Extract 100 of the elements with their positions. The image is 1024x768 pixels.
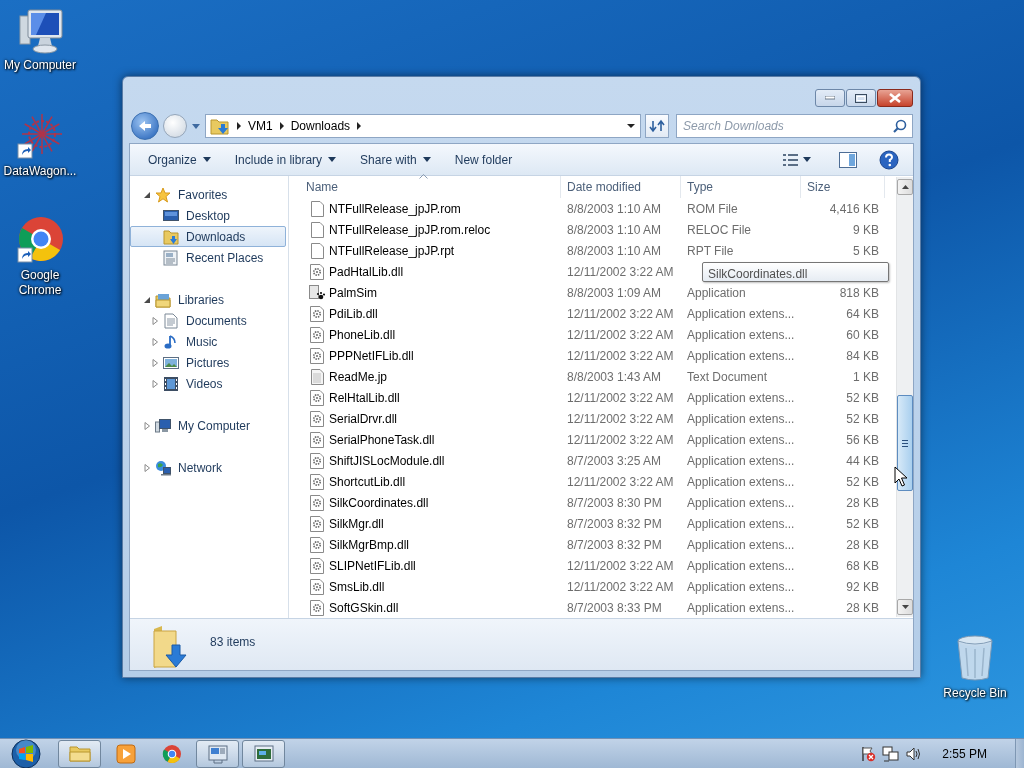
icon-label[interactable]: Google Chrome xyxy=(0,268,80,298)
column-header[interactable]: Name xyxy=(289,176,561,198)
icon-label[interactable]: My Computer xyxy=(0,58,80,73)
column-header[interactable]: Size xyxy=(801,176,885,198)
column-header[interactable]: Type xyxy=(681,176,801,198)
speaker-icon[interactable] xyxy=(906,745,923,762)
collapsed-arrow-icon[interactable] xyxy=(151,316,159,325)
address-bar[interactable]: VM1 Downloads xyxy=(205,114,641,138)
file-type: Application extens... xyxy=(686,410,796,428)
file-name[interactable]: ReadMe.jp xyxy=(329,367,388,386)
file-name[interactable]: PalmSim xyxy=(329,283,377,302)
toolbar-button[interactable]: Include in library xyxy=(224,146,347,173)
close-icon xyxy=(889,93,901,103)
toolbar-button[interactable]: Share with xyxy=(350,146,441,173)
gear-file-icon xyxy=(309,557,325,574)
file-name[interactable]: PadHtalLib.dll xyxy=(329,262,404,281)
history-dropdown-icon[interactable] xyxy=(191,122,201,130)
music-note-icon xyxy=(163,333,179,350)
file-type: Application extens... xyxy=(686,347,796,365)
nav-item[interactable]: Libraries xyxy=(130,289,286,310)
file-name[interactable]: ShiftJISLocModule.dll xyxy=(329,451,445,470)
flag-icon[interactable] xyxy=(860,745,877,762)
gear-file-icon xyxy=(309,536,325,553)
file-name[interactable]: SoftGSkin.dll xyxy=(329,598,399,617)
downloads-folder-icon xyxy=(150,625,188,669)
file-name[interactable]: SilkCoordinates.dll xyxy=(329,493,429,512)
back-button[interactable] xyxy=(131,112,159,140)
search-field[interactable]: Search Downloads xyxy=(676,114,913,138)
nav-item[interactable]: Favorites xyxy=(130,184,286,205)
file-name[interactable]: PdiLib.dll xyxy=(329,304,378,323)
file-name[interactable]: RelHtalLib.dll xyxy=(329,388,400,407)
scrollbar-thumb[interactable] xyxy=(897,395,913,491)
file-name[interactable]: NTFullRelease_jpJP.rom xyxy=(329,199,461,218)
help-icon xyxy=(879,149,899,170)
down-arrow-icon xyxy=(901,605,909,609)
blank-file-icon xyxy=(309,242,325,259)
file-type: Application extens... xyxy=(686,473,796,491)
maximize-button[interactable] xyxy=(846,89,876,107)
refresh-button[interactable] xyxy=(645,114,669,138)
file-name[interactable]: SerialPhoneTask.dll xyxy=(329,430,435,449)
nav-item[interactable]: Music xyxy=(130,331,286,352)
toolbar-button[interactable]: Organize xyxy=(138,146,221,173)
chevron-icon[interactable] xyxy=(236,122,242,130)
file-name[interactable]: PPPNetIFLib.dll xyxy=(329,346,414,365)
icon-label[interactable]: DataWagon... xyxy=(0,164,80,179)
file-type: Application extens... xyxy=(686,305,796,323)
file-type: Application extens... xyxy=(686,578,796,596)
up-arrow-icon xyxy=(901,185,909,189)
nav-item[interactable]: Network xyxy=(130,457,286,478)
expanded-arrow-icon[interactable] xyxy=(143,190,151,199)
clock[interactable]: 2:55 PM xyxy=(942,744,987,763)
collapsed-arrow-icon[interactable] xyxy=(143,421,151,430)
preview-pane-icon xyxy=(839,151,857,168)
gear-file-icon xyxy=(309,578,325,595)
expanded-arrow-icon[interactable] xyxy=(143,295,151,304)
search-icon[interactable] xyxy=(893,119,907,133)
nav-item[interactable]: My Computer xyxy=(130,415,286,436)
file-name[interactable]: PhoneLib.dll xyxy=(329,325,396,344)
taskbar-button[interactable] xyxy=(242,739,285,768)
back-arrow-icon xyxy=(138,120,152,132)
close-button[interactable] xyxy=(877,89,913,107)
breadcrumb[interactable]: Downloads xyxy=(290,117,351,135)
gear-file-icon xyxy=(309,410,325,427)
file-name[interactable]: SmsLib.dll xyxy=(329,577,385,596)
tooltip: SilkCoordinates.dll xyxy=(702,262,889,282)
scroll-up-button[interactable] xyxy=(897,179,913,195)
toolbar-button[interactable]: New folder xyxy=(444,146,523,173)
file-size: 64 KB xyxy=(845,305,880,323)
file-type: Application extens... xyxy=(686,494,796,512)
nav-item[interactable]: Documents xyxy=(130,310,286,331)
taskbar-button[interactable] xyxy=(58,739,101,768)
nav-item[interactable]: Pictures xyxy=(130,352,286,373)
network-icon[interactable] xyxy=(882,745,901,762)
scroll-down-button[interactable] xyxy=(897,599,913,615)
collapsed-arrow-icon[interactable] xyxy=(151,358,159,367)
file-name[interactable]: NTFullRelease_jpJP.rpt xyxy=(329,241,455,260)
nav-item[interactable]: Desktop xyxy=(130,205,286,226)
nav-item[interactable]: Videos xyxy=(130,373,286,394)
file-size: 818 KB xyxy=(838,284,880,302)
list-view-icon xyxy=(783,152,799,167)
date-modified: 8/8/2003 1:10 AM xyxy=(566,242,663,260)
dropdown-icon[interactable] xyxy=(626,123,636,129)
file-type: Application extens... xyxy=(686,431,796,449)
file-name[interactable]: SerialDrvr.dll xyxy=(329,409,397,428)
breadcrumb[interactable]: VM1 xyxy=(248,117,273,135)
nav-item[interactable]: Recent Places xyxy=(130,247,286,268)
taskbar-button[interactable] xyxy=(196,739,239,768)
file-name[interactable]: ShortcutLib.dll xyxy=(329,472,406,491)
file-name[interactable]: SilkMgr.dll xyxy=(329,514,384,533)
collapsed-arrow-icon[interactable] xyxy=(151,379,159,388)
file-name[interactable]: SilkMgrBmp.dll xyxy=(329,535,409,554)
collapsed-arrow-icon[interactable] xyxy=(143,463,151,472)
file-name[interactable]: NTFullRelease_jpJP.rom.reloc xyxy=(329,220,491,239)
document-icon xyxy=(163,312,179,329)
collapsed-arrow-icon[interactable] xyxy=(151,337,159,346)
nav-item[interactable]: Downloads xyxy=(130,226,286,247)
file-name[interactable]: SLIPNetIFLib.dll xyxy=(329,556,416,575)
column-header[interactable]: Date modified xyxy=(561,176,681,198)
chevron-icon[interactable] xyxy=(278,122,285,130)
chevron-icon[interactable] xyxy=(356,122,363,130)
